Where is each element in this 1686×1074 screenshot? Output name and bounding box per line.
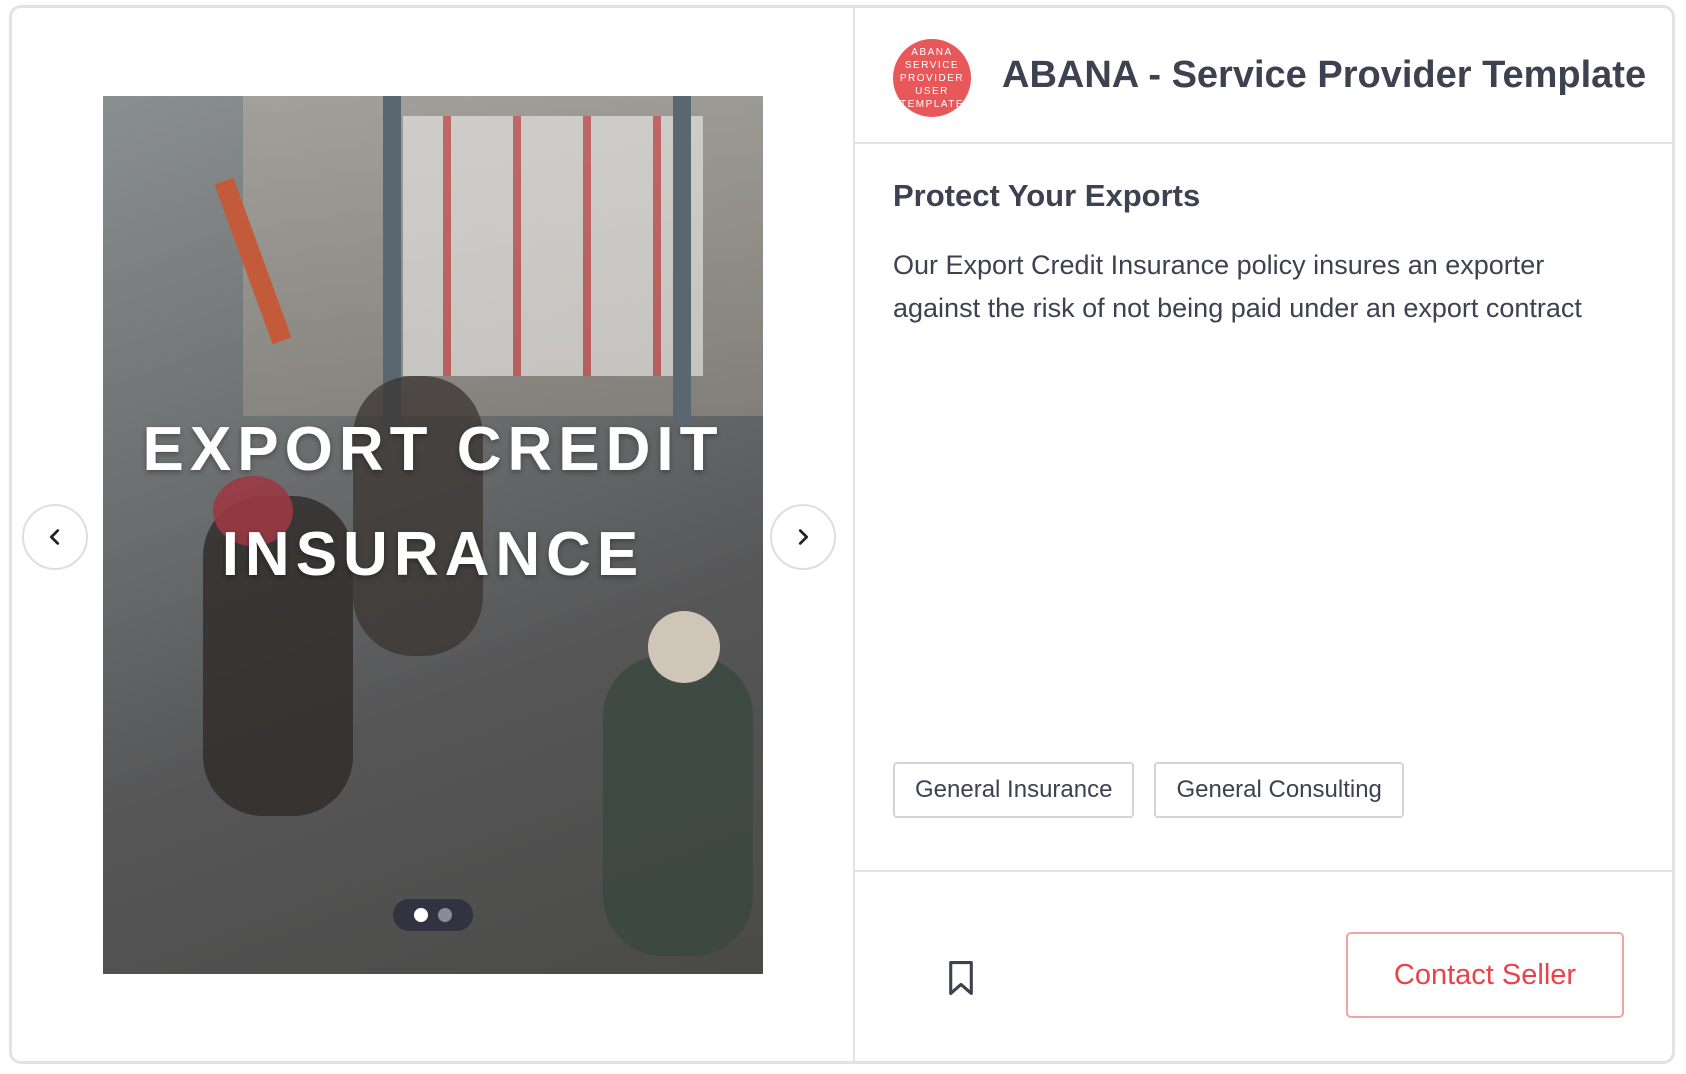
seller-header: ABANA SERVICE PROVIDER USER TEMPLATE ABA…	[855, 8, 1672, 144]
tag-general-insurance[interactable]: General Insurance	[893, 762, 1135, 818]
seller-name[interactable]: ABANA - Service Provider Template	[1002, 54, 1646, 97]
shelf-decoration	[383, 96, 401, 426]
logo-line: ABANA	[911, 46, 953, 58]
shelf-decoration	[673, 96, 691, 426]
chevron-left-icon	[49, 529, 60, 545]
tag-list: General Insurance General Consulting	[893, 762, 1404, 818]
carousel-prev-button[interactable]	[22, 504, 88, 570]
shelf-decoration	[403, 116, 703, 376]
slide-title-line2: INSURANCE	[221, 520, 645, 589]
tag-general-consulting[interactable]: General Consulting	[1154, 762, 1404, 818]
logo-line: TEMPLATE	[899, 98, 965, 110]
person-decoration	[603, 656, 753, 956]
logo-line: SERVICE	[904, 59, 960, 71]
bookmark-icon[interactable]	[945, 960, 977, 996]
carousel-indicators	[393, 899, 473, 931]
slide-title-line1: EXPORT CREDIT	[142, 415, 724, 484]
product-description: Our Export Credit Insurance policy insur…	[893, 250, 1582, 323]
seller-logo[interactable]: ABANA SERVICE PROVIDER USER TEMPLATE	[893, 39, 971, 117]
contact-seller-button[interactable]: Contact Seller	[1346, 932, 1624, 1018]
person-decoration	[648, 611, 720, 683]
product-card: EXPORT CREDIT INSURANCE ABANA SERVICE PR…	[9, 5, 1675, 1064]
product-title: Protect Your Exports	[893, 178, 1201, 213]
chevron-right-icon	[798, 529, 809, 545]
logo-line: USER	[915, 85, 949, 97]
carousel-dot-1[interactable]	[414, 908, 428, 922]
card-footer: Contact Seller	[855, 870, 1672, 1067]
logo-line: PROVIDER	[899, 72, 965, 84]
carousel-panel: EXPORT CREDIT INSURANCE	[12, 8, 855, 1061]
carousel-next-button[interactable]	[770, 504, 836, 570]
carousel-dot-2[interactable]	[438, 908, 452, 922]
details-panel: ABANA SERVICE PROVIDER USER TEMPLATE ABA…	[855, 8, 1672, 1061]
carousel-slide[interactable]: EXPORT CREDIT INSURANCE	[103, 96, 763, 974]
